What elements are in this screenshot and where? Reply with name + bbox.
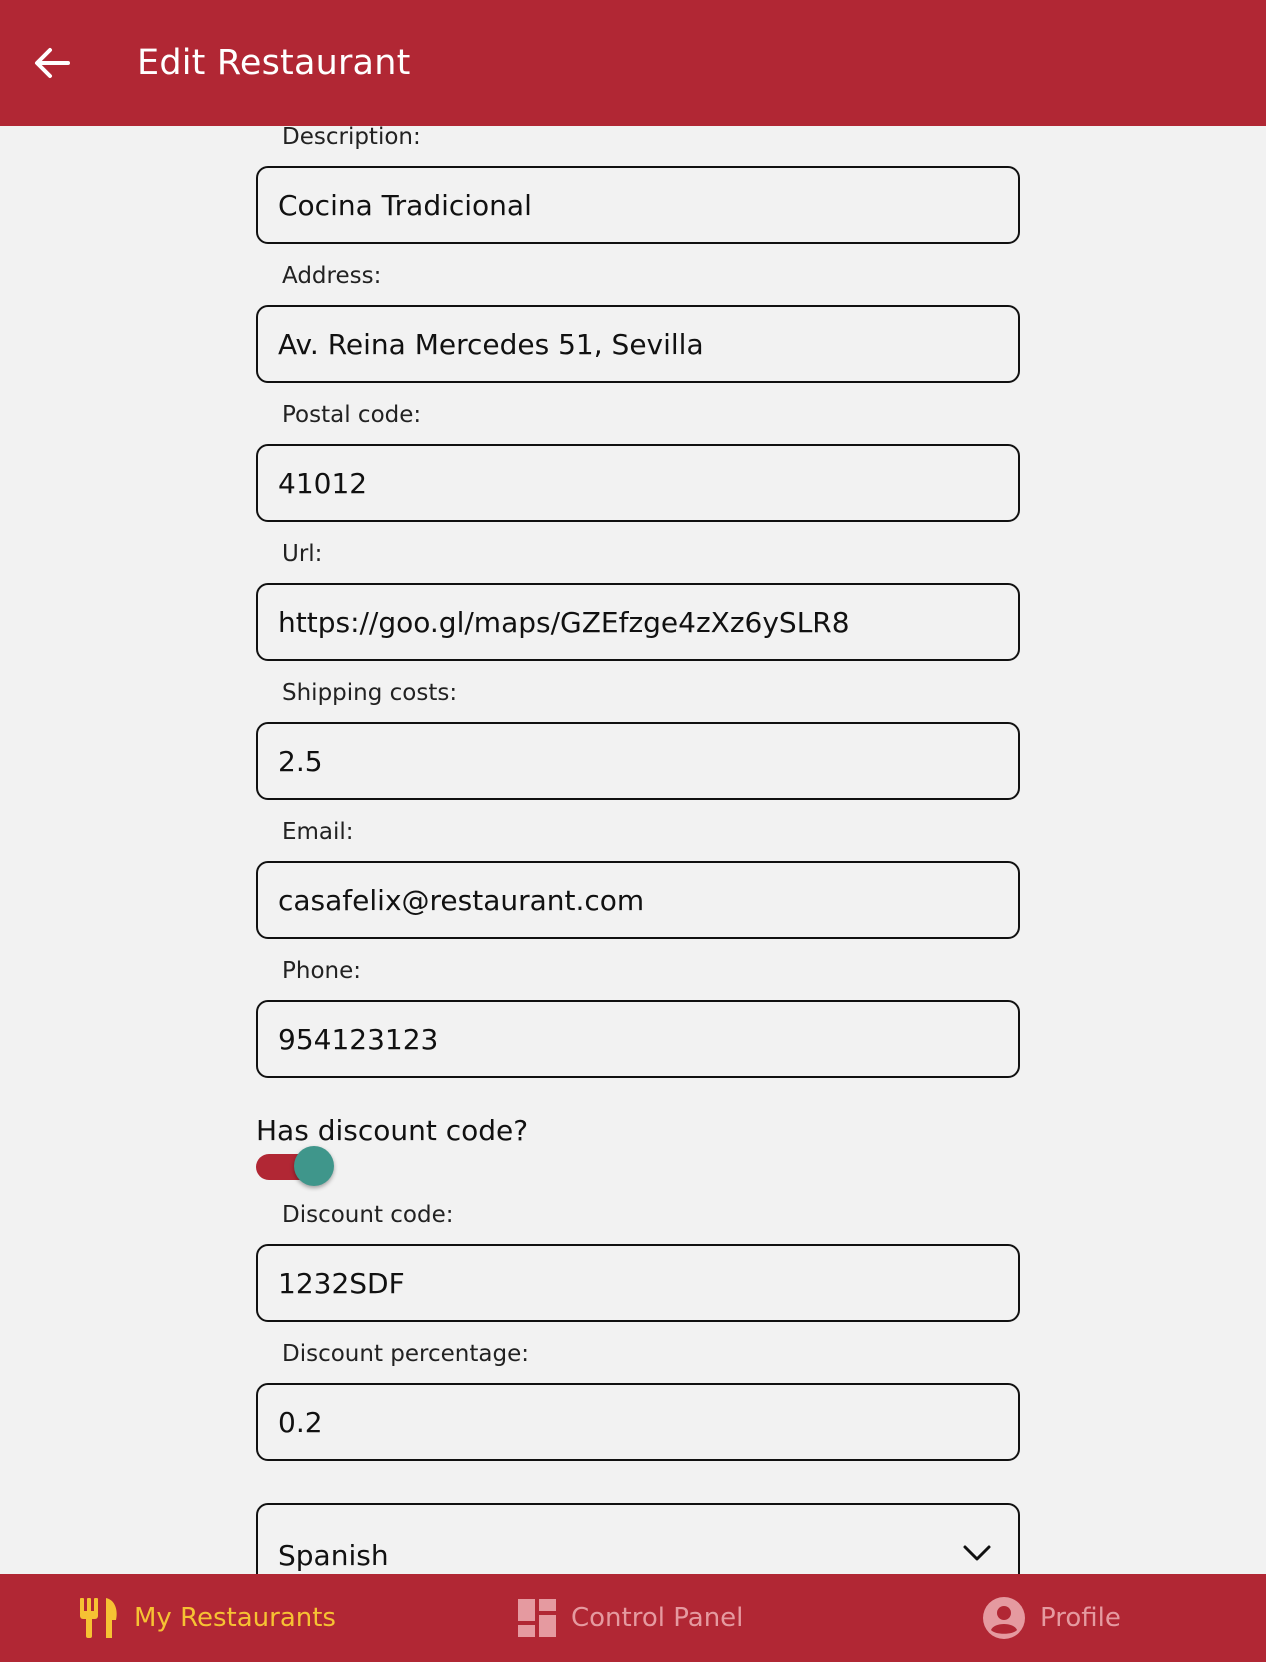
bottom-navigation: My Restaurants Control Panel Profile: [0, 1574, 1266, 1662]
url-label: Url:: [282, 541, 323, 567]
select-value: Spanish: [278, 1539, 389, 1572]
nav-item-control-panel[interactable]: Control Panel: [517, 1574, 743, 1662]
back-button[interactable]: [32, 36, 72, 90]
restaurant-icon: [80, 1598, 117, 1638]
nav-label-my-restaurants: My Restaurants: [134, 1603, 336, 1633]
page-title: Edit Restaurant: [137, 43, 411, 83]
restaurant-category-select[interactable]: Spanish: [256, 1503, 1020, 1574]
app-header: Edit Restaurant: [0, 0, 1266, 126]
address-input[interactable]: Av. Reina Mercedes 51, Sevilla: [256, 305, 1020, 383]
email-label: Email:: [282, 819, 354, 845]
app-root: Edit Restaurant Description: Cocina Trad…: [0, 0, 1266, 1662]
nav-item-my-restaurants[interactable]: My Restaurants: [78, 1574, 336, 1662]
discount-percentage-label: Discount percentage:: [282, 1341, 529, 1367]
phone-label: Phone:: [282, 958, 361, 984]
discount-percentage-input[interactable]: 0.2: [256, 1383, 1020, 1461]
discount-toggle-label: Has discount code?: [256, 1114, 529, 1147]
restaurant-form: Description: Cocina Tradicional Address:…: [0, 126, 1266, 1574]
nav-label-control-panel: Control Panel: [571, 1603, 744, 1633]
discount-toggle-switch[interactable]: [256, 1146, 336, 1186]
postal-code-input[interactable]: 41012: [256, 444, 1020, 522]
discount-code-label: Discount code:: [282, 1202, 454, 1228]
dashboard-icon: [518, 1599, 556, 1637]
nav-label-profile: Profile: [1040, 1603, 1121, 1633]
description-input[interactable]: Cocina Tradicional: [256, 166, 1020, 244]
discount-code-input[interactable]: 1232SDF: [256, 1244, 1020, 1322]
shipping-costs-input[interactable]: 2.5: [256, 722, 1020, 800]
postal-code-label: Postal code:: [282, 402, 422, 428]
switch-thumb: [294, 1146, 334, 1186]
arrow-left-icon: [35, 48, 70, 78]
account-circle-icon: [983, 1597, 1025, 1639]
address-label: Address:: [282, 263, 382, 289]
description-label: Description:: [282, 126, 421, 150]
email-input[interactable]: casafelix@restaurant.com: [256, 861, 1020, 939]
url-input[interactable]: https://goo.gl/maps/GZEfzge4zXz6ySLR8: [256, 583, 1020, 661]
nav-item-profile[interactable]: Profile: [982, 1574, 1121, 1662]
shipping-costs-label: Shipping costs:: [282, 680, 458, 706]
chevron-down-icon: [963, 1545, 991, 1561]
phone-input[interactable]: 954123123: [256, 1000, 1020, 1078]
